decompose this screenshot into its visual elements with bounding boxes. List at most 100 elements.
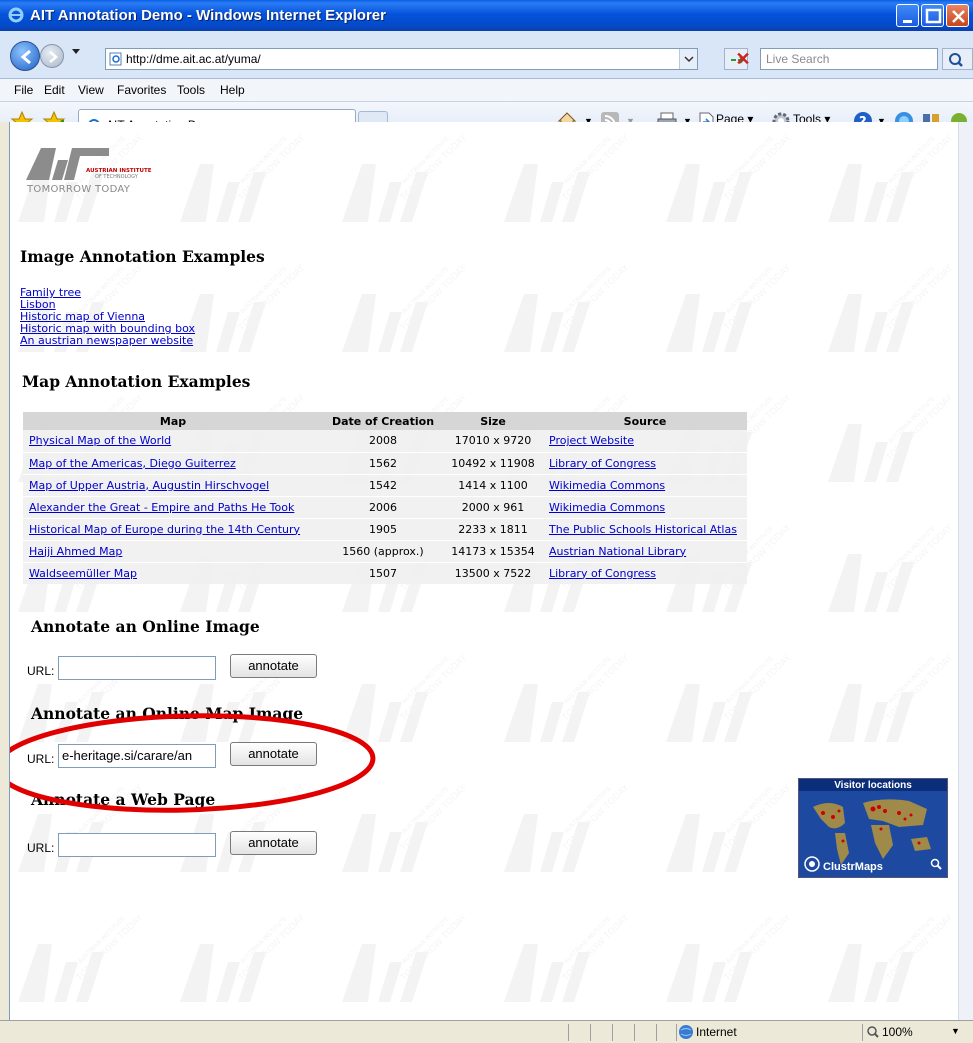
status-divider (612, 1024, 613, 1041)
history-dropdown-icon[interactable] (72, 49, 80, 54)
search-button[interactable] (942, 48, 973, 70)
menu-favorites[interactable]: Favorites (117, 83, 166, 97)
back-arrow-icon (20, 49, 31, 65)
zoom-level[interactable]: 100% (882, 1025, 913, 1039)
size-cell: 17010 x 9720 (443, 430, 543, 452)
ait-logo: AUSTRIAN INSTITUTE OF TECHNOLOGY TOMORRO… (22, 142, 152, 200)
table-row: Hajji Ahmed Map 1560 (approx.) 14173 x 1… (23, 539, 747, 562)
window-title-bar: AIT Annotation Demo - Windows Internet E… (0, 0, 973, 31)
online-image-url-label: URL: (27, 664, 55, 678)
web-page-url-input[interactable] (58, 833, 216, 857)
status-bar: Internet 100% ▼ (0, 1020, 973, 1043)
source-link[interactable]: The Public Schools Historical Atlas (549, 523, 737, 536)
address-field[interactable]: http://dme.ait.ac.at/yuma/ (105, 48, 698, 70)
online-image-url-input[interactable] (58, 656, 216, 680)
stop-icon: ✕ (735, 49, 751, 69)
source-link[interactable]: Wikimedia Commons (549, 501, 665, 514)
map-examples-table: Map Date of Creation Size Source Physica… (23, 412, 747, 584)
status-divider (862, 1024, 863, 1041)
menu-file[interactable]: File (14, 83, 33, 97)
status-divider (568, 1024, 569, 1041)
date-cell: 1542 (323, 473, 443, 496)
left-frame-edge (0, 122, 10, 1020)
size-cell: 1414 x 1100 (443, 473, 543, 496)
size-cell: 10492 x 11908 (443, 451, 543, 474)
address-url: http://dme.ait.ac.at/yuma/ (126, 52, 261, 66)
link-austrian-newspaper[interactable]: An austrian newspaper website (20, 334, 193, 347)
back-button[interactable] (10, 41, 40, 71)
menu-tools[interactable]: Tools (177, 83, 205, 97)
date-cell: 1905 (323, 517, 443, 540)
search-input[interactable]: Live Search (760, 48, 938, 70)
minimize-button[interactable] (896, 4, 919, 27)
size-cell: 13500 x 7522 (443, 561, 543, 584)
status-divider (590, 1024, 591, 1041)
zoom-magnifier-icon (930, 858, 942, 870)
menu-edit[interactable]: Edit (44, 83, 65, 97)
menu-bar: File Edit View Favorites Tools Help (0, 79, 973, 102)
window-title: AIT Annotation Demo - Windows Internet E… (30, 7, 386, 24)
source-link[interactable]: Library of Congress (549, 457, 656, 470)
close-window-button[interactable] (946, 4, 969, 27)
clustrmaps-brand: ClustrMaps (823, 861, 883, 873)
forward-arrow-icon (49, 51, 58, 63)
map-link[interactable]: Waldseemüller Map (29, 567, 137, 580)
clustrmaps-widget[interactable]: Visitor locations ClustrMaps (798, 778, 948, 878)
map-link[interactable]: Map of the Americas, Diego Guiterrez (29, 457, 236, 470)
svg-text:TOMORROW TODAY: TOMORROW TODAY (26, 184, 131, 195)
stop-button[interactable]: ✕ (732, 48, 754, 70)
map-link[interactable]: Physical Map of the World (29, 434, 171, 447)
online-image-annotate-button[interactable]: annotate (230, 654, 317, 678)
source-link[interactable]: Project Website (549, 434, 634, 447)
map-link[interactable]: Map of Upper Austria, Augustin Hirschvog… (29, 479, 269, 492)
search-icon (949, 53, 963, 67)
table-header-row: Map Date of Creation Size Source (23, 412, 747, 430)
size-cell: 2000 x 961 (443, 495, 543, 518)
col-date: Date of Creation (323, 412, 443, 430)
table-row: Historical Map of Europe during the 14th… (23, 517, 747, 540)
internet-zone-icon (679, 1025, 693, 1039)
map-link[interactable]: Historical Map of Europe during the 14th… (29, 523, 300, 536)
col-map: Map (23, 412, 323, 430)
vertical-scrollbar[interactable] (958, 122, 973, 1020)
image-examples-heading: Image Annotation Examples (20, 247, 265, 266)
red-circle-highlight (10, 713, 376, 813)
table-row: Physical Map of the World 2008 17010 x 9… (23, 430, 747, 452)
date-cell: 1507 (323, 561, 443, 584)
date-cell: 1562 (323, 451, 443, 474)
source-link[interactable]: Wikimedia Commons (549, 479, 665, 492)
address-toolbar: http://dme.ait.ac.at/yuma/ ✕ Live Search (0, 31, 973, 79)
address-dropdown-button[interactable] (679, 49, 697, 69)
date-cell: 2008 (323, 430, 443, 452)
menu-help[interactable]: Help (220, 83, 245, 97)
table-row: Map of the Americas, Diego Guiterrez 156… (23, 451, 747, 474)
map-link[interactable]: Hajji Ahmed Map (29, 545, 122, 558)
forward-button[interactable] (40, 44, 64, 68)
zoom-icon (867, 1026, 879, 1038)
date-cell: 1560 (approx.) (323, 539, 443, 562)
table-row: Waldseemüller Map 1507 13500 x 7522 Libr… (23, 561, 747, 584)
image-examples-links: Family tree Lisbon Historic map of Vienn… (20, 287, 195, 347)
online-image-heading: Annotate an Online Image (31, 617, 260, 636)
menu-view[interactable]: View (78, 83, 104, 97)
map-examples-heading: Map Annotation Examples (22, 372, 251, 391)
size-cell: 14173 x 15354 (443, 539, 543, 562)
zoom-dropdown-icon[interactable]: ▼ (951, 1026, 960, 1036)
status-divider (656, 1024, 657, 1041)
status-divider (634, 1024, 635, 1041)
source-link[interactable]: Library of Congress (549, 567, 656, 580)
source-link[interactable]: Austrian National Library (549, 545, 686, 558)
table-row: Map of Upper Austria, Augustin Hirschvog… (23, 473, 747, 496)
size-cell: 2233 x 1811 (443, 517, 543, 540)
col-size: Size (443, 412, 543, 430)
security-zone-label: Internet (696, 1025, 737, 1039)
status-divider (676, 1024, 677, 1041)
maximize-button[interactable] (921, 4, 944, 27)
date-cell: 2006 (323, 495, 443, 518)
chevron-down-icon (684, 56, 694, 63)
clustrmaps-logo-icon (804, 856, 820, 872)
ie-logo-icon (8, 7, 24, 23)
map-link[interactable]: Alexander the Great - Empire and Paths H… (29, 501, 294, 514)
table-row: Alexander the Great - Empire and Paths H… (23, 495, 747, 518)
web-page-annotate-button[interactable]: annotate (230, 831, 317, 855)
